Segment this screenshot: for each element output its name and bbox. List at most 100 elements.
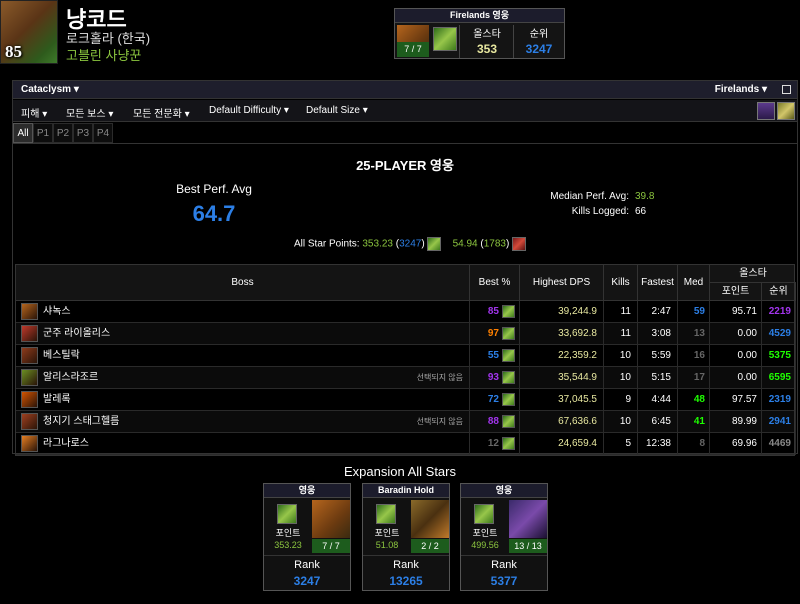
- chevron-down-icon: ▾: [184, 109, 190, 120]
- size-filter-label: Default Size: [306, 105, 360, 116]
- metric-label: 피해: [21, 109, 40, 120]
- maximize-icon[interactable]: [782, 85, 791, 94]
- highest-dps: 67,636.6: [520, 411, 604, 433]
- card-points-value: 51.08: [375, 540, 399, 550]
- boss-cell[interactable]: 샤녹스: [16, 301, 470, 323]
- table-row[interactable]: 발레록 72 37,045.5 9 4:44 48 97.57 2319: [16, 389, 796, 411]
- boss-name[interactable]: 라그나로스: [43, 433, 89, 455]
- spec-dropdown[interactable]: 모든 전문화 ▾: [133, 105, 190, 120]
- kill-count: 9: [604, 389, 638, 411]
- boss-name[interactable]: 베스틸락: [43, 345, 80, 367]
- zone-dropdown[interactable]: Firelands ▾: [715, 84, 767, 95]
- median-perf-label: Median Perf. Avg:: [550, 191, 629, 202]
- header-kills[interactable]: Kills: [604, 265, 638, 301]
- zone-summary-title: Firelands 영웅: [395, 9, 564, 23]
- filter-bar: 피해 ▾ 모든 보스 ▾ 모든 전문화 ▾ Default Difficulty…: [13, 100, 797, 122]
- chevron-down-icon: ▾: [73, 84, 79, 95]
- kills-logged-value: 66: [635, 206, 647, 217]
- table-row[interactable]: 알리스라조르 선택되지 않음 93 35,544.9 10 5:15 17 0.00 6595: [16, 367, 796, 389]
- median-percent: 16: [678, 345, 710, 367]
- spec-filter-label: 모든 전문화: [133, 109, 182, 120]
- boss-cell[interactable]: 라그나로스: [16, 433, 470, 455]
- raid-icon[interactable]: [757, 102, 775, 120]
- size-dropdown[interactable]: Default Size ▾: [306, 105, 368, 116]
- tab-p1[interactable]: P1: [33, 123, 53, 143]
- zone-summary-card[interactable]: Firelands 영웅 7 / 7 올스타 353 순위 3247: [394, 8, 565, 59]
- median-percent: 8: [678, 433, 710, 455]
- boss-name[interactable]: 청지기 스태그헬름: [43, 411, 119, 433]
- divider: [363, 555, 449, 556]
- boss-dropdown[interactable]: 모든 보스 ▾: [66, 105, 113, 120]
- header-boss[interactable]: Boss: [16, 265, 470, 301]
- expansion-card[interactable]: 영웅 포인트 499.56 13 / 13 Rank 5377: [460, 483, 548, 591]
- card-rank-label: Rank: [393, 559, 419, 571]
- tab-p2[interactable]: P2: [53, 123, 73, 143]
- allstar-rank: 2319: [762, 389, 796, 411]
- kill-count: 11: [604, 323, 638, 345]
- expansion-card[interactable]: Baradin Hold 포인트 51.08 2 / 2 Rank 13265: [362, 483, 450, 591]
- boss-cell[interactable]: 청지기 스태그헬름 선택되지 않음: [16, 411, 470, 433]
- boss-cell[interactable]: 알리스라조르 선택되지 않음: [16, 367, 470, 389]
- boss-cell[interactable]: 군주 라이올리스: [16, 323, 470, 345]
- chevron-down-icon: ▾: [362, 105, 368, 116]
- median-percent: 48: [678, 389, 710, 411]
- tab-p4[interactable]: P4: [93, 123, 113, 143]
- metric-dropdown[interactable]: 피해 ▾: [21, 105, 47, 120]
- card-rank-value: 13265: [389, 574, 423, 588]
- highest-dps: 37,045.5: [520, 389, 604, 411]
- divider: [264, 555, 350, 556]
- difficulty-dropdown[interactable]: Default Difficulty ▾: [209, 105, 289, 116]
- boss-name[interactable]: 군주 라이올리스: [43, 323, 110, 345]
- allstar-rank: 5375: [762, 345, 796, 367]
- allstar-points: 0.00: [710, 345, 762, 367]
- kill-count: 10: [604, 345, 638, 367]
- boss-name[interactable]: 발레록: [43, 389, 71, 411]
- table-row[interactable]: 청지기 스태그헬름 선택되지 않음 88 67,636.6 10 6:45 41 89.99 2…: [16, 411, 796, 433]
- table-header: Boss Best % Highest DPS Kills Fastest Me…: [16, 265, 796, 301]
- card-title: 영웅: [264, 484, 350, 498]
- header-points[interactable]: 포인트: [710, 283, 762, 301]
- expansion-label: Cataclysm: [21, 84, 72, 95]
- tab-p3[interactable]: P3: [73, 123, 93, 143]
- boss-cell[interactable]: 발레록: [16, 389, 470, 411]
- alternate-spec-icon: [512, 237, 527, 251]
- best-percent-cell: 55: [470, 345, 520, 367]
- highest-dps: 35,544.9: [520, 367, 604, 389]
- allstar-rank: 4469: [762, 433, 796, 455]
- header-med[interactable]: Med: [678, 265, 710, 301]
- table-row[interactable]: 베스틸락 55 22,359.2 10 5:59 16 0.00 5375: [16, 345, 796, 367]
- best-percent: 97: [487, 328, 499, 339]
- expansion-dropdown[interactable]: Cataclysm ▾: [21, 84, 79, 95]
- expansion-card[interactable]: 영웅 포인트 353.23 7 / 7 Rank 3247: [263, 483, 351, 591]
- tab-all[interactable]: All: [13, 123, 33, 143]
- allstar-icon: [433, 27, 457, 51]
- median-percent: 17: [678, 367, 710, 389]
- card-kill-count: 2 / 2: [411, 539, 449, 553]
- boss-icon: [21, 303, 38, 320]
- not-selected-note: 선택되지 않음: [416, 373, 463, 382]
- header-best[interactable]: Best %: [470, 265, 520, 301]
- kill-count: 10: [604, 411, 638, 433]
- spec-icon: [502, 304, 515, 318]
- all-star-rank-value-2: 1783: [483, 238, 506, 250]
- header-dps[interactable]: Highest DPS: [520, 265, 604, 301]
- fastest-time: 5:15: [638, 367, 678, 389]
- allstar-icon: [277, 504, 297, 524]
- card-kill-count: 7 / 7: [312, 539, 350, 553]
- table-row[interactable]: 라그나로스 12 24,659.4 5 12:38 8 69.96 4469: [16, 433, 796, 455]
- kill-count: 5: [604, 433, 638, 455]
- boss-cell[interactable]: 베스틸락: [16, 345, 470, 367]
- card-points-label: 포인트: [472, 528, 498, 538]
- divider: [459, 25, 460, 58]
- boss-name[interactable]: 샤녹스: [43, 301, 71, 323]
- header-fastest[interactable]: Fastest: [638, 265, 678, 301]
- header-rank[interactable]: 순위: [762, 283, 796, 301]
- table-row[interactable]: 샤녹스 85 39,244.9 11 2:47 59 95.71 2219: [16, 301, 796, 323]
- chevron-down-icon: ▾: [761, 84, 767, 95]
- summary-allstar-label: 올스타: [473, 29, 501, 40]
- card-rank-value: 3247: [293, 574, 321, 588]
- best-percent: 85: [487, 306, 499, 317]
- key-icon[interactable]: [777, 102, 795, 120]
- boss-name[interactable]: 알리스라조르: [43, 367, 98, 389]
- table-row[interactable]: 군주 라이올리스 97 33,692.8 11 3:08 13 0.00 4529: [16, 323, 796, 345]
